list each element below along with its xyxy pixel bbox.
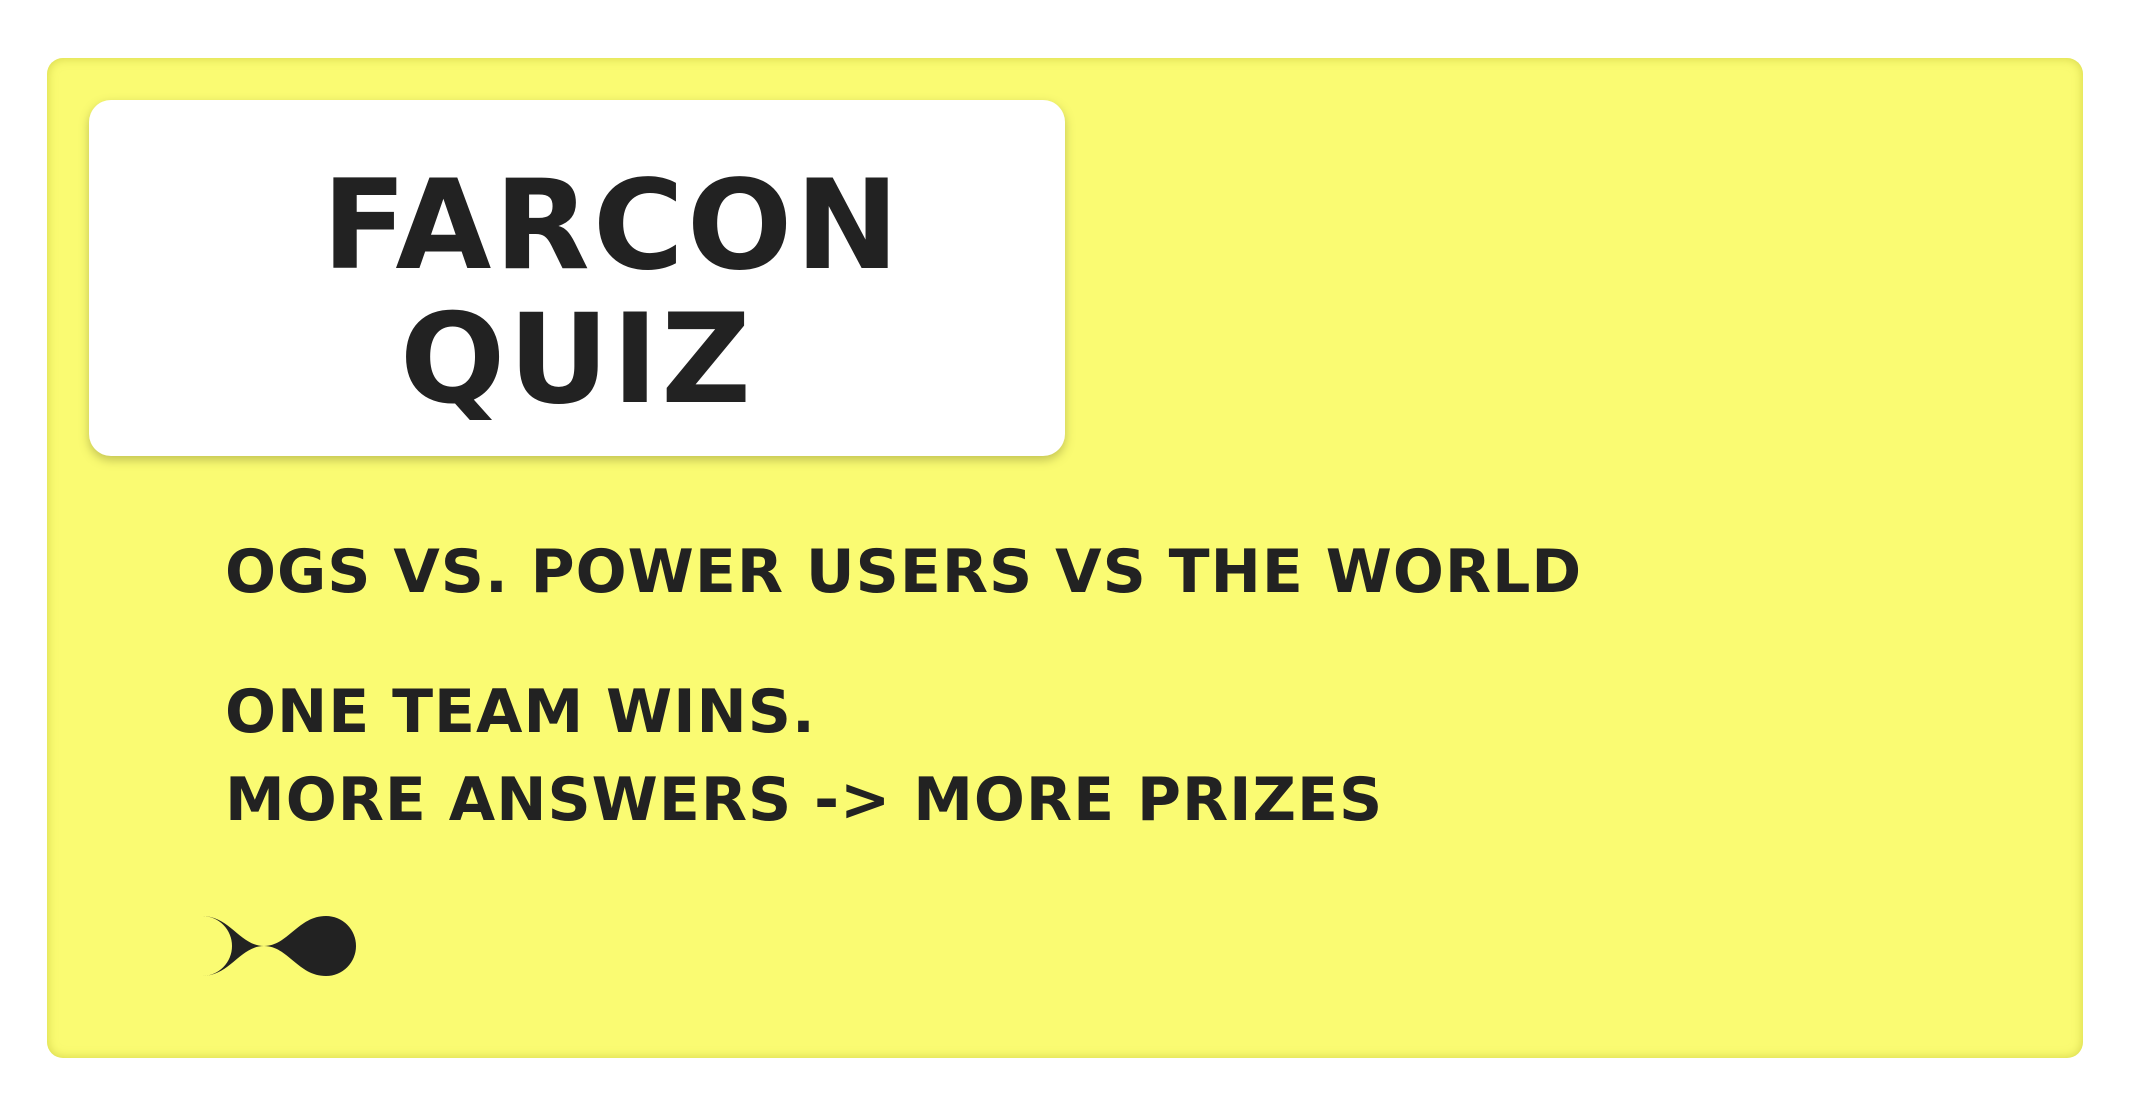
title-box: FARCON QUIZ: [89, 100, 1065, 456]
title-line-1: FARCON: [321, 154, 903, 298]
infinity-logo-icon: [172, 916, 356, 976]
quiz-card: FARCON QUIZ OGS VS. POWER USERS VS THE W…: [47, 58, 2083, 1058]
tagline-teams: OGS VS. POWER USERS VS THE WORLD: [225, 537, 1583, 607]
title-line-2: QUIZ: [399, 288, 755, 432]
tagline-one-team-wins: ONE TEAM WINS.: [225, 677, 816, 747]
tagline-more-prizes: MORE ANSWERS -> MORE PRIZES: [225, 765, 1384, 835]
